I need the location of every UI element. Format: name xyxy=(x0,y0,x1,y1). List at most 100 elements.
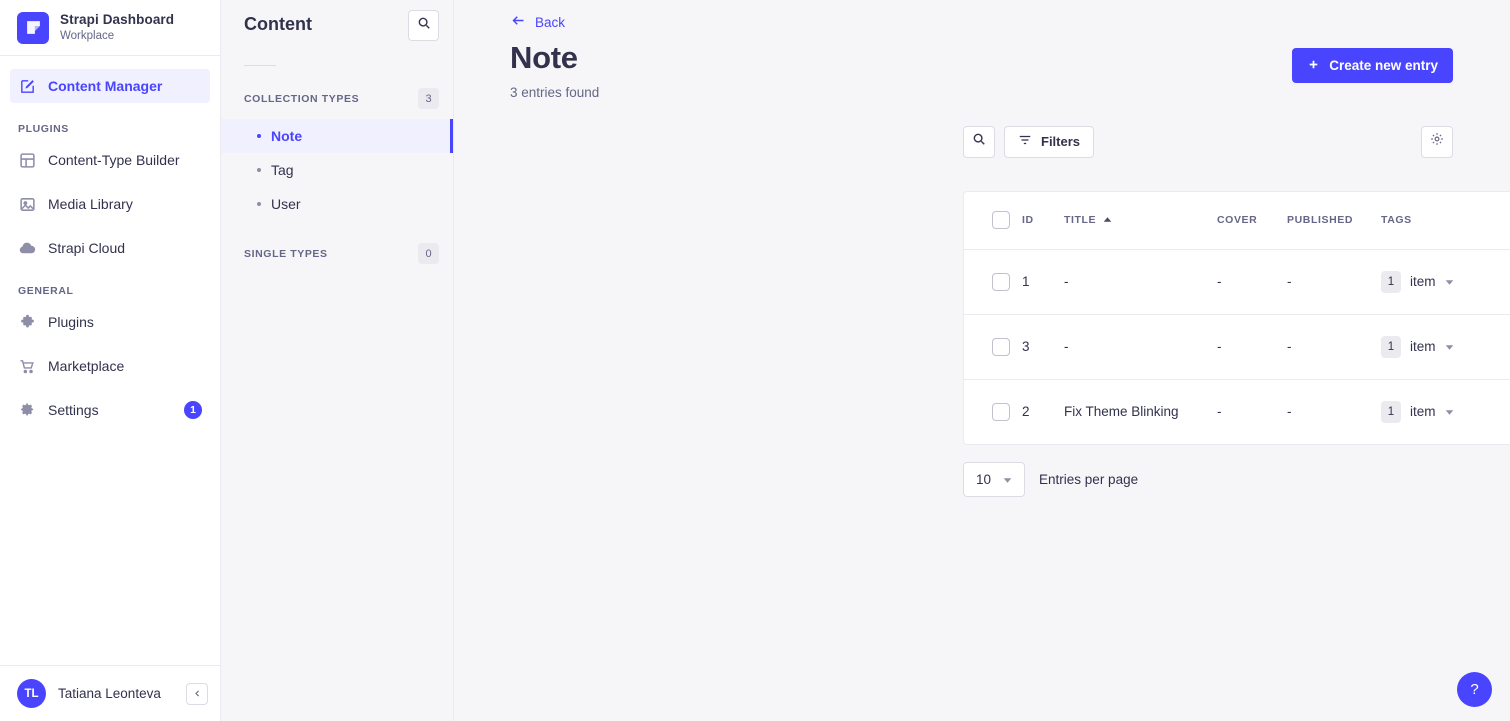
sidebar-item-settings[interactable]: Settings 1 xyxy=(10,393,210,427)
sidebar-item-strapi-cloud[interactable]: Strapi Cloud xyxy=(10,231,210,265)
sidebar-item-label: Content Manager xyxy=(48,78,163,94)
search-button[interactable] xyxy=(963,125,995,158)
app-root: Strapi Dashboard Workplace Content Manag… xyxy=(0,0,1510,721)
sidebar-item-media-library[interactable]: Media Library xyxy=(10,187,210,221)
tags-count: 1 xyxy=(1381,270,1401,293)
chevron-down-icon xyxy=(1445,404,1454,419)
entries-per-page-select[interactable]: 10 xyxy=(963,462,1026,497)
brand-header[interactable]: Strapi Dashboard Workplace xyxy=(0,0,220,56)
table-row[interactable]: 2 Fix Theme Blinking - - 1 item xyxy=(964,379,1510,444)
cell-title: - xyxy=(1064,249,1217,315)
pencil-square-icon xyxy=(18,77,36,95)
back-label: Back xyxy=(535,14,566,30)
single-types-title: SINGLE TYPES xyxy=(244,247,328,260)
cell-id: 3 xyxy=(1022,314,1064,380)
row-select-cell xyxy=(964,249,1022,315)
header-id[interactable]: ID xyxy=(1022,192,1064,250)
filters-button[interactable]: Filters xyxy=(1004,125,1095,158)
header-cover[interactable]: COVER xyxy=(1217,192,1287,250)
puzzle-icon xyxy=(18,313,36,331)
cell-tags: 1 item xyxy=(1381,314,1510,380)
entries-per-page-label: Entries per page xyxy=(1039,472,1139,487)
strapi-logo-icon xyxy=(17,11,49,44)
table-head: ID TITLE COVER PUBLISHED TAGS xyxy=(964,192,1510,250)
subnav-search-button[interactable] xyxy=(408,10,439,41)
tags-dropdown[interactable]: 1 item xyxy=(1381,270,1454,293)
back-link[interactable]: Back xyxy=(454,0,565,31)
header-published[interactable]: PUBLISHED xyxy=(1287,192,1381,250)
sidebar-item-label: Plugins xyxy=(48,314,94,330)
collection-types-header: COLLECTION TYPES 3 xyxy=(221,66,453,109)
sidebar-item-plugins[interactable]: Plugins xyxy=(10,305,210,339)
nav-group-plugins: Content-Type Builder Media Library Strap… xyxy=(0,143,220,265)
sidebar-item-marketplace[interactable]: Marketplace xyxy=(10,349,210,383)
table-row[interactable]: 1 - - - 1 item xyxy=(964,249,1510,315)
settings-badge: 1 xyxy=(184,401,202,419)
nav-section-plugins: PLUGINS xyxy=(18,123,69,135)
header-title[interactable]: TITLE xyxy=(1064,192,1217,250)
cell-published: - xyxy=(1287,404,1292,420)
collection-types-count: 3 xyxy=(418,88,439,109)
table-toolbar: Filters xyxy=(454,100,1510,158)
row-checkbox[interactable] xyxy=(992,402,1010,421)
cell-published: - xyxy=(1287,249,1381,315)
help-button[interactable]: ? xyxy=(1457,672,1492,707)
row-checkbox[interactable] xyxy=(992,337,1010,356)
collection-type-user[interactable]: User xyxy=(221,187,453,221)
user-footer: TL Tatiana Leonteva xyxy=(0,665,220,721)
chevron-down-icon xyxy=(1445,339,1454,354)
image-icon xyxy=(18,195,36,213)
tags-dropdown[interactable]: 1 item xyxy=(1381,335,1454,358)
tags-label: item xyxy=(1410,339,1436,354)
sidebar-item-label: Content-Type Builder xyxy=(48,152,180,168)
tags-label: item xyxy=(1410,404,1436,420)
filters-label: Filters xyxy=(1041,134,1081,150)
create-new-entry-button[interactable]: Create new entry xyxy=(1292,48,1453,83)
tags-dropdown[interactable]: 1 item xyxy=(1381,400,1454,423)
search-icon xyxy=(972,132,986,151)
sidebar-item-content-manager[interactable]: Content Manager xyxy=(10,69,210,103)
header-tags[interactable]: TAGS xyxy=(1381,192,1510,250)
table-body: 1 - - - 1 item 3 - - - 1 item 2 Fix Them… xyxy=(964,249,1510,444)
bullet-icon xyxy=(257,134,261,138)
select-all-checkbox[interactable] xyxy=(992,211,1010,230)
cell-published: - xyxy=(1287,314,1381,380)
caret-up-icon xyxy=(1103,214,1112,226)
layout-icon xyxy=(18,151,36,169)
subnav-title: Content xyxy=(244,14,312,34)
entries-found-label: 3 entries found xyxy=(510,84,600,100)
tags-label: item xyxy=(1410,274,1436,289)
search-icon xyxy=(417,16,431,35)
user-name: Tatiana Leonteva xyxy=(58,686,161,701)
brand-title: Strapi Dashboard xyxy=(60,12,175,28)
brand-subtitle: Workplace xyxy=(60,29,115,42)
entries-table-container: ID TITLE COVER PUBLISHED TAGS 1 - - - 1 … xyxy=(963,191,1510,445)
avatar[interactable]: TL xyxy=(17,679,46,708)
header-select-all xyxy=(964,192,1022,250)
subnav-header: Content xyxy=(221,0,453,41)
question-mark-icon: ? xyxy=(1470,681,1479,698)
table-row[interactable]: 3 - - - 1 item xyxy=(964,314,1510,380)
collection-type-label: User xyxy=(271,196,301,212)
collection-type-note[interactable]: Note xyxy=(221,119,453,153)
arrow-left-icon xyxy=(510,13,527,31)
nav-section-general: GENERAL xyxy=(18,285,74,297)
sidebar-item-content-type-builder[interactable]: Content-Type Builder xyxy=(10,143,210,177)
sidebar-item-label: Settings xyxy=(48,402,99,418)
chevron-down-icon xyxy=(1445,274,1454,289)
table-settings-button[interactable] xyxy=(1421,125,1453,158)
collection-types-title: COLLECTION TYPES xyxy=(244,92,360,105)
row-select-cell xyxy=(964,314,1022,380)
content-subnavigation: Content COLLECTION TYPES 3 Note Tag User… xyxy=(221,0,454,721)
entries-table: ID TITLE COVER PUBLISHED TAGS 1 - - - 1 … xyxy=(964,192,1510,444)
row-checkbox[interactable] xyxy=(992,272,1010,291)
pagination-bar: 10 Entries per page 1 xyxy=(963,462,1510,497)
cell-title: - xyxy=(1064,314,1217,380)
page-title: Note xyxy=(510,40,578,75)
collapse-sidebar-button[interactable] xyxy=(186,682,208,705)
cell-tags: 1 item xyxy=(1381,379,1510,444)
row-select-cell xyxy=(964,379,1022,444)
cell-cover: - xyxy=(1217,404,1222,420)
create-new-entry-label: Create new entry xyxy=(1329,58,1438,73)
collection-type-tag[interactable]: Tag xyxy=(221,153,453,187)
